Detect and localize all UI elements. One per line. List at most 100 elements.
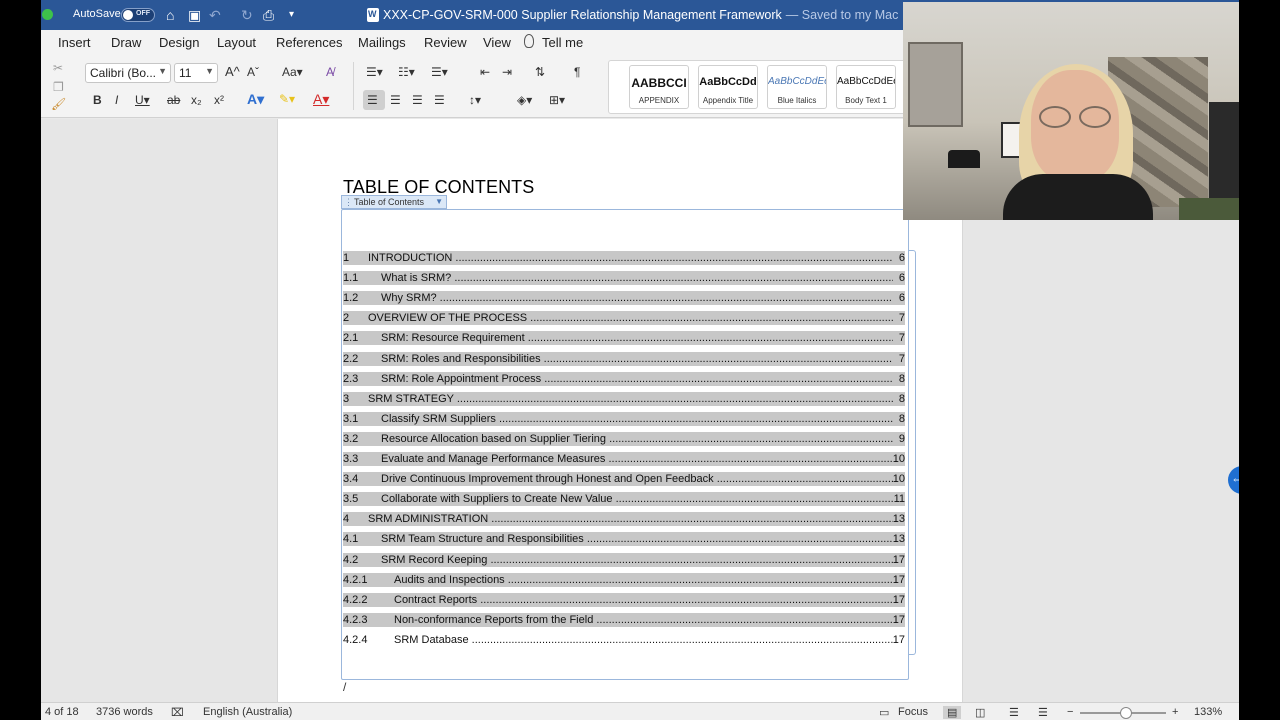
toc-entry[interactable]: 4.2 SRM Record Keeping17 [343,552,905,567]
word-count[interactable]: 3736 words [96,706,153,718]
toc-entry-title: Contract Reports [394,593,893,607]
bold-icon[interactable]: B [93,92,102,108]
cut-icon[interactable]: ✂ [53,60,63,76]
page-count[interactable]: 4 of 18 [45,706,79,718]
window-zoom-button[interactable] [42,9,53,20]
toc-entry-title: SRM: Resource Requirement [381,331,893,345]
decrease-indent-icon[interactable]: ⇤ [480,64,490,80]
focus-mode[interactable]: Focus [898,706,928,718]
toc-entry[interactable]: 4.1 SRM Team Structure and Responsibiliti… [343,532,905,547]
toc-tag-label: Table of Contents [354,197,425,207]
toc-entry[interactable]: 3.2 Resource Allocation based on Supplier… [343,431,905,446]
align-center-icon[interactable]: ☰ [390,92,401,108]
document-page[interactable]: TABLE OF CONTENTS ⋮ Table of Contents ▼ … [277,119,963,702]
sort-icon[interactable]: ⇅ [535,64,545,80]
superscript-icon[interactable]: x² [214,92,224,108]
change-case-icon[interactable]: Aa▾ [282,64,303,80]
strikethrough-icon[interactable]: ab [167,92,180,108]
chevron-down-icon[interactable]: ▼ [435,196,443,208]
tab-references[interactable]: References [276,35,342,50]
toc-entry[interactable]: 4.2.3 Non-conformance Reports from the Fi… [343,612,905,627]
style-appendix[interactable]: AABBCCI APPENDIX [629,65,689,109]
toc-entry[interactable]: 1.1 What is SRM? 6 [343,271,905,286]
increase-indent-icon[interactable]: ⇥ [502,64,512,80]
borders-icon[interactable]: ⊞▾ [549,92,565,108]
toc-entry[interactable]: 1.2 Why SRM? 6 [343,291,905,306]
autosave-toggle[interactable]: OFF [121,8,155,22]
highlight-icon[interactable]: ✎▾ [279,91,295,107]
toc-entry-number: 4.1 [343,533,359,546]
justify-icon[interactable]: ☰ [434,92,445,108]
tab-layout[interactable]: Layout [217,35,256,50]
toc-entry[interactable]: 2.1 SRM: Resource Requirement 7 [343,331,905,346]
bullets-icon[interactable]: ☰▾ [366,64,383,80]
format-painter-icon[interactable]: 🖌 [51,96,66,112]
font-color-icon[interactable]: A▾ [313,91,329,107]
toc-entry-title: SRM ADMINISTRATION [368,512,893,526]
align-left-icon[interactable]: ☰ [367,92,378,108]
toc-entry-page: 6 [898,271,905,286]
print-layout-icon[interactable]: ▤ [943,706,962,719]
show-formatting-icon[interactable]: ¶ [574,64,580,80]
web-layout-icon[interactable]: ◫ [975,706,985,719]
drag-handle-icon[interactable]: ⋮ [344,196,353,208]
numbering-icon[interactable]: ☷▾ [398,64,415,80]
toc-entry[interactable]: 3 SRM STRATEGY 8 [343,391,905,406]
toc-entry[interactable]: 2.2 SRM: Roles and Responsibilities 7 [343,351,905,366]
toc-entry[interactable]: 4.2.1 Audits and Inspections17 [343,572,905,587]
tell-me-search[interactable]: Tell me [542,35,583,50]
zoom-level[interactable]: 133% [1194,706,1222,718]
multilevel-list-icon[interactable]: ☰▾ [431,64,448,80]
zoom-in-icon[interactable]: + [1172,706,1178,718]
toc-entry[interactable]: 3.3 Evaluate and Manage Performance Measu… [343,452,905,466]
home-icon[interactable]: ⌂ [166,7,174,23]
subscript-icon[interactable]: x₂ [191,92,202,108]
shading-icon[interactable]: ◈▾ [517,92,532,108]
toc-entry[interactable]: 2 OVERVIEW OF THE PROCESS 7 [343,311,905,326]
side-panel-toggle-icon[interactable] [1228,466,1239,494]
toc-entry[interactable]: 4.2.4 SRM Database17 [343,633,905,647]
outline-icon[interactable]: ☰ [1009,706,1019,719]
align-right-icon[interactable]: ☰ [412,92,423,108]
zoom-out-icon[interactable]: − [1067,706,1073,718]
style-body-text-1[interactable]: AaBbCcDdEe Body Text 1 [836,65,896,109]
toc-content-control-tab[interactable]: ⋮ Table of Contents ▼ [341,195,447,209]
clear-formatting-icon[interactable]: A̸ [326,64,334,80]
toc-entry[interactable]: 4.2.2 Contract Reports17 [343,592,905,607]
line-spacing-icon[interactable]: ↕▾ [469,92,481,108]
tab-review[interactable]: Review [424,35,467,50]
print-icon[interactable]: ⎙ [263,7,274,23]
text-effects-icon[interactable]: A▾ [247,91,264,107]
proofing-icon[interactable]: ⌧ [171,706,184,719]
draft-icon[interactable]: ☰ [1038,706,1048,719]
italic-icon[interactable]: I [115,92,118,108]
redo-icon[interactable]: ↻ [241,7,253,23]
font-name-select[interactable]: Calibri (Bo... ▼ [85,63,171,83]
toc-entry[interactable]: 3.1 Classify SRM Suppliers 8 [343,411,905,426]
tab-insert[interactable]: Insert [58,35,91,50]
tab-mailings[interactable]: Mailings [358,35,406,50]
undo-icon[interactable]: ↶ [209,7,221,23]
copy-icon[interactable]: ❐ [53,79,64,95]
underline-icon[interactable]: U▾ [135,92,150,108]
toc-entry[interactable]: 2.3 SRM: Role Appointment Process 8 [343,371,905,386]
grow-font-icon[interactable]: A^ [225,64,240,80]
toc-entry[interactable]: 4 SRM ADMINISTRATION13 [343,512,905,527]
shrink-font-icon[interactable]: Aˇ [247,64,259,80]
tab-design[interactable]: Design [159,35,199,50]
tab-draw[interactable]: Draw [111,35,141,50]
save-icon[interactable]: ▣ [188,7,201,23]
toc-entry[interactable]: 3.5 Collaborate with Suppliers to Create … [343,492,905,507]
document-title[interactable]: XXX-CP-GOV-SRM-000 Supplier Relationship… [383,8,898,22]
zoom-slider-thumb[interactable] [1120,707,1132,719]
style-appendix-title[interactable]: AaBbCcDd Appendix Title [698,65,758,109]
toc-entry[interactable]: 3.4 Drive Continuous Improvement through … [343,472,905,487]
toc-entry[interactable]: 1 INTRODUCTION 6 [343,251,905,265]
font-size-select[interactable]: 11 ▼ [174,63,218,83]
style-blue-italics[interactable]: AaBbCcDdEe Blue Italics [767,65,827,109]
language[interactable]: English (Australia) [203,706,292,718]
customize-toolbar-icon[interactable]: ▾ [289,7,294,23]
focus-icon[interactable]: ▭ [879,706,889,719]
tab-view[interactable]: View [483,35,511,50]
toggle-knob [123,10,133,20]
